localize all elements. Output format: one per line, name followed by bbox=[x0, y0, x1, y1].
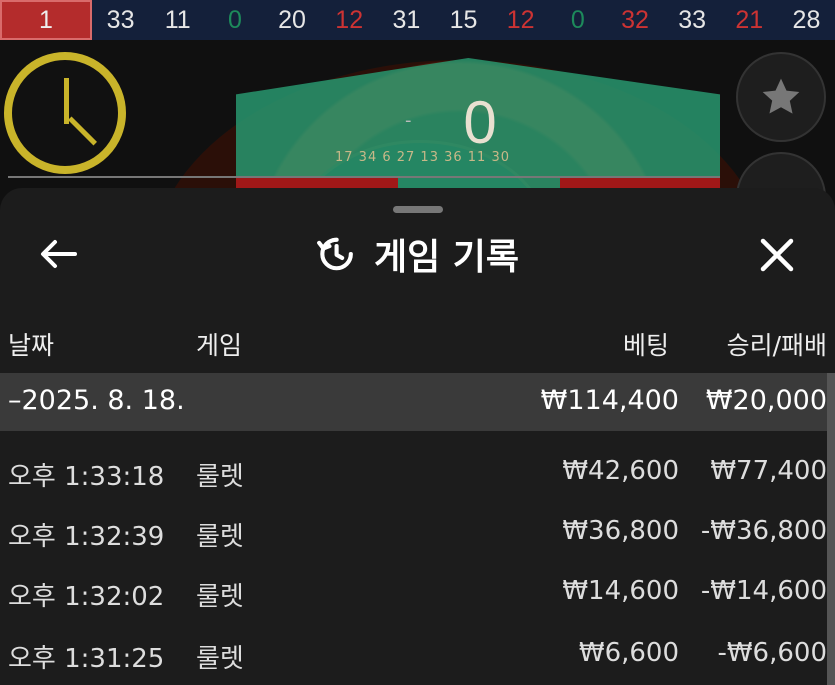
row-bet: ₩36,800 bbox=[562, 516, 679, 546]
row-result: -₩36,800 bbox=[700, 516, 827, 546]
clock-icon bbox=[4, 52, 126, 174]
result-cell: 21 bbox=[735, 5, 764, 34]
results-history-strip: 1 33 11 0 20 12 31 15 12 0 32 33 21 28 bbox=[0, 0, 835, 40]
drag-handle[interactable] bbox=[393, 206, 443, 213]
row-time: 오후 1:33:18 bbox=[8, 462, 165, 492]
app-screen: 1 33 11 0 20 12 31 15 12 0 32 33 21 28 -… bbox=[0, 0, 835, 685]
game-history-sheet: 게임 기록 날짜 게임 베팅 승리/패배 –2025. 8. 18. ₩114,… bbox=[0, 188, 835, 685]
table-row[interactable]: 오후 1:32:39 룰렛 ₩36,800 -₩36,800 bbox=[0, 498, 835, 558]
star-icon bbox=[762, 78, 800, 114]
roulette-game-area: - 0 17 34 6 27 13 36 11 30 bbox=[0, 40, 835, 210]
table-row[interactable]: 오후 1:33:18 룰렛 ₩42,600 ₩77,400 bbox=[0, 438, 835, 498]
row-time: 오후 1:31:25 bbox=[8, 644, 165, 674]
bet-spot-number: 0 bbox=[463, 89, 497, 156]
result-cell: 33 bbox=[678, 5, 707, 34]
row-game: 룰렛 bbox=[196, 462, 244, 492]
result-cell: 33 bbox=[106, 5, 135, 34]
result-cell: 20 bbox=[278, 5, 306, 34]
history-icon bbox=[317, 237, 353, 271]
row-bet: ₩14,600 bbox=[562, 576, 679, 606]
close-button[interactable] bbox=[756, 234, 798, 276]
scrollbar[interactable] bbox=[827, 373, 835, 685]
table-row[interactable]: 오후 1:31:25 룰렛 ₩6,600 -₩6,600 bbox=[0, 620, 835, 680]
date-group-label: –2025. 8. 18. bbox=[8, 385, 185, 416]
favorite-button[interactable] bbox=[736, 52, 826, 142]
result-cell: 0 bbox=[227, 5, 242, 34]
back-button[interactable] bbox=[38, 234, 78, 274]
result-cell: 28 bbox=[792, 5, 821, 34]
row-bet: ₩42,600 bbox=[562, 456, 679, 486]
date-group-bet-total: ₩114,400 bbox=[540, 385, 679, 416]
row-game: 룰렛 bbox=[196, 522, 244, 552]
arrow-left-icon bbox=[41, 240, 77, 268]
sheet-header: 게임 기록 bbox=[0, 228, 835, 280]
table-row[interactable]: 오후 1:32:02 룰렛 ₩14,600 -₩14,600 bbox=[0, 558, 835, 618]
result-cell: 12 bbox=[335, 5, 364, 34]
bet-spot-dash: - bbox=[405, 110, 412, 131]
result-cell: 1 bbox=[0, 0, 92, 40]
row-game: 룰렛 bbox=[196, 582, 244, 612]
date-group-result-total: ₩20,000 bbox=[705, 385, 827, 416]
row-bet: ₩6,600 bbox=[578, 638, 679, 668]
table-header: 날짜 게임 베팅 승리/패배 bbox=[0, 326, 835, 360]
row-time: 오후 1:32:02 bbox=[8, 582, 165, 612]
close-icon bbox=[760, 238, 794, 272]
result-cell: 11 bbox=[164, 5, 191, 34]
result-cell: 31 bbox=[392, 5, 421, 34]
row-result: ₩77,400 bbox=[710, 456, 827, 486]
column-header-result: 승리/패배 bbox=[726, 331, 827, 360]
page-title: 게임 기록 bbox=[373, 237, 519, 278]
result-cell: 12 bbox=[506, 5, 535, 34]
result-cell: 15 bbox=[449, 5, 478, 34]
row-result: -₩14,600 bbox=[700, 576, 827, 606]
column-header-date: 날짜 bbox=[8, 331, 55, 360]
result-cell: 0 bbox=[570, 5, 585, 34]
column-header-bet: 베팅 bbox=[622, 331, 669, 360]
result-cell: 32 bbox=[621, 5, 649, 34]
row-game: 룰렛 bbox=[196, 644, 244, 674]
date-group-row[interactable]: –2025. 8. 18. ₩114,400 ₩20,000 bbox=[0, 373, 835, 431]
wheel-pocket-numbers: 17 34 6 27 13 36 11 30 bbox=[335, 150, 510, 165]
row-result: -₩6,600 bbox=[717, 638, 827, 668]
column-header-game: 게임 bbox=[196, 331, 243, 360]
row-time: 오후 1:32:39 bbox=[8, 522, 165, 552]
